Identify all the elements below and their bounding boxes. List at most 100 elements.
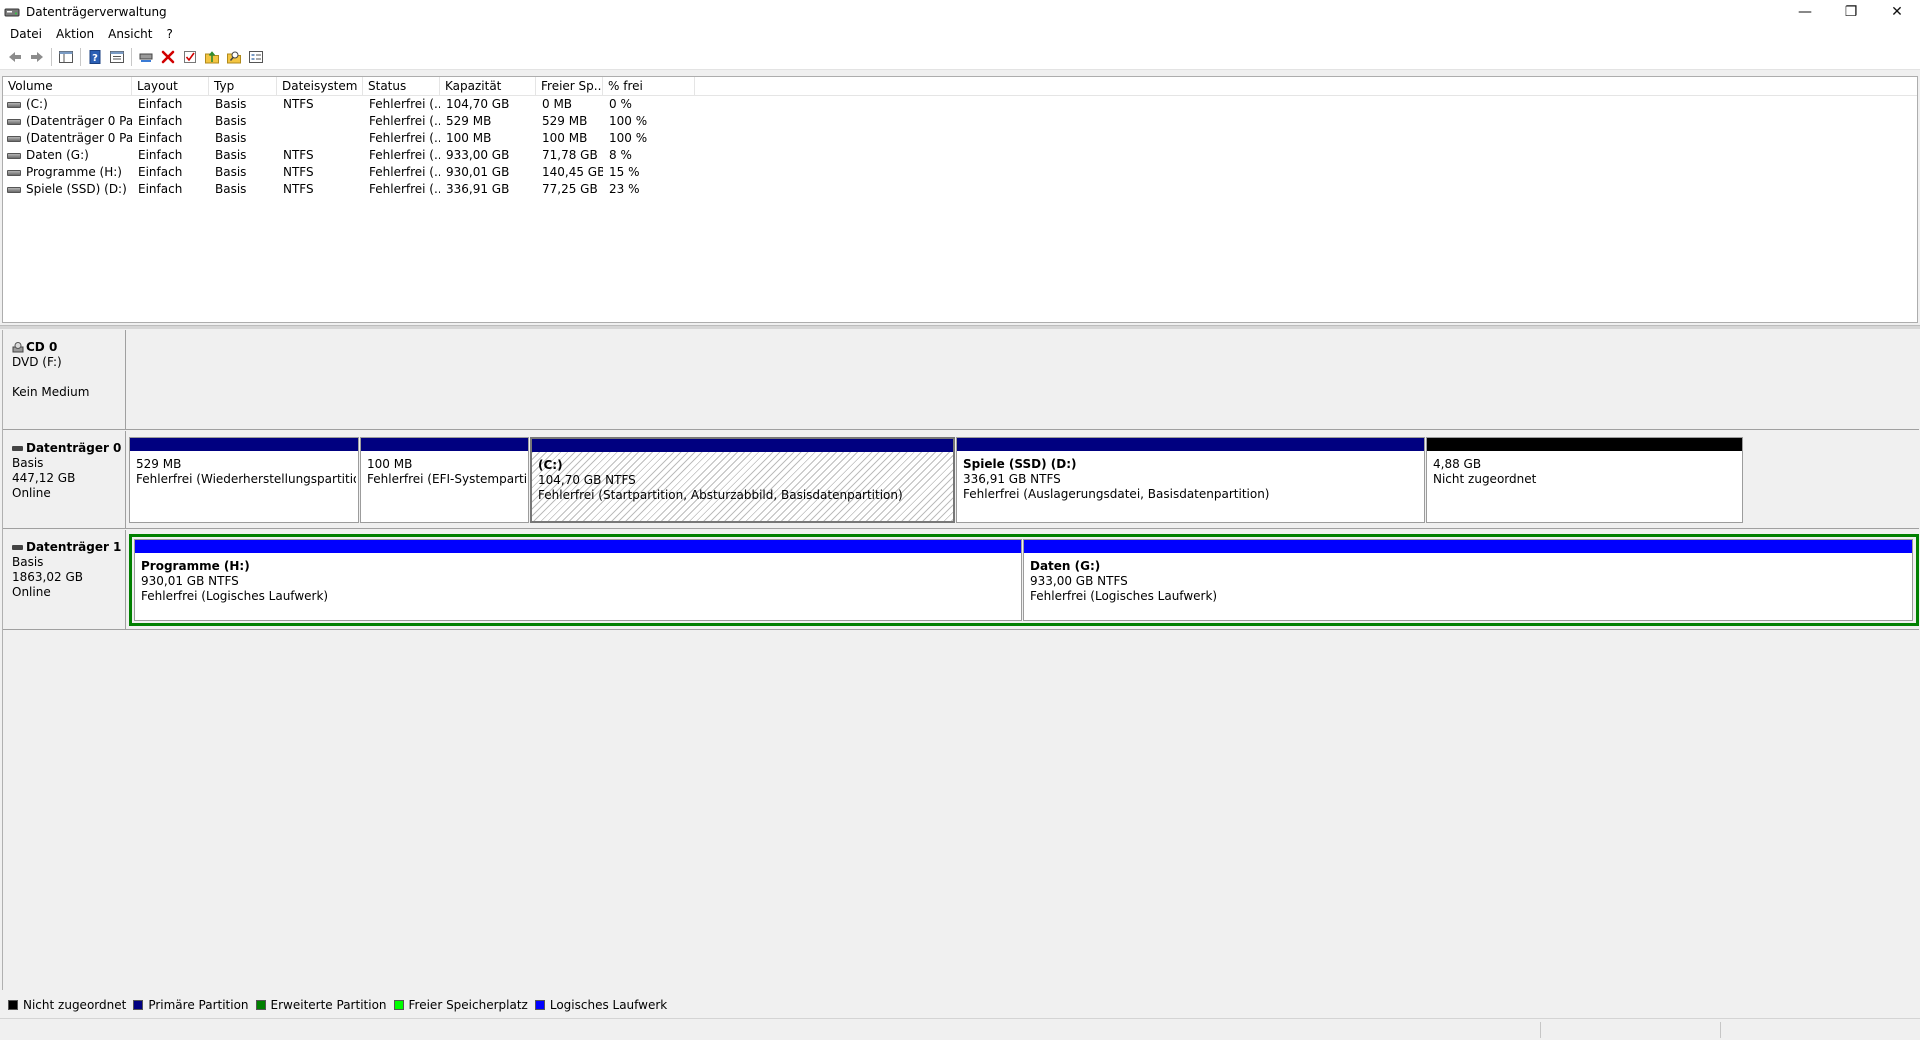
volume-cell: Einfach — [138, 182, 183, 196]
column-header-dateisystem[interactable]: Dateisystem — [277, 77, 363, 96]
volume-cell — [277, 130, 363, 147]
volume-cell: 100 % — [609, 131, 648, 145]
volume-cell: Einfach — [138, 131, 183, 145]
delete-icon[interactable] — [157, 46, 179, 68]
disk-name: Datenträger 1 — [26, 540, 122, 554]
disk-label-disk0[interactable]: Datenträger 0 Basis 447,12 GB Online — [3, 431, 126, 528]
legend-item: Erweiterte Partition — [255, 998, 387, 1012]
disk-label-cd0[interactable]: CD 0 DVD (F:) Kein Medium — [3, 330, 126, 429]
column-header-freier-speicher[interactable]: Freier Sp... — [536, 77, 603, 96]
volume-drive-icon — [7, 135, 21, 142]
partition-daten-g[interactable]: Daten (G:) 933,00 GB NTFS Fehlerfrei (Lo… — [1023, 539, 1913, 621]
details-view-icon[interactable] — [245, 46, 267, 68]
column-header-volume[interactable]: Volume — [3, 77, 132, 96]
disk-info-line: DVD (F:) — [12, 355, 62, 369]
partition-size: 4,88 GB — [1433, 457, 1482, 471]
volume-cell: 23 % — [609, 182, 640, 196]
cd-drive-icon — [12, 341, 24, 354]
console-tree-icon[interactable] — [55, 46, 77, 68]
partition-c[interactable]: (C:) 104,70 GB NTFS Fehlerfrei (Startpar… — [530, 437, 955, 523]
folder-up-icon[interactable] — [201, 46, 223, 68]
partition-size: 933,00 GB NTFS — [1030, 574, 1128, 588]
volume-cell: 140,45 GB — [542, 165, 603, 179]
restore-button[interactable]: ❐ — [1828, 0, 1874, 24]
partition-size: 104,70 GB NTFS — [538, 473, 636, 487]
volume-cell: 77,25 GB — [542, 182, 598, 196]
volume-row[interactable]: (Datenträger 0 Par... Einfach Basis Fehlerf… — [3, 130, 1917, 147]
help-icon[interactable]: ? — [84, 46, 106, 68]
partition-size: 336,91 GB NTFS — [963, 472, 1061, 486]
volume-cell: Fehlerfrei (... — [369, 131, 440, 145]
hard-disk-icon — [12, 545, 23, 550]
volume-cell: NTFS — [283, 182, 314, 196]
volume-cell: Einfach — [138, 148, 183, 162]
menu-bar: Datei Aktion Ansicht ? — [0, 24, 1920, 44]
legend-item: Nicht zugeordnet — [8, 998, 126, 1012]
checkmark-icon[interactable] — [179, 46, 201, 68]
legend-swatch — [255, 1000, 266, 1010]
partition-programme-h[interactable]: Programme (H:) 930,01 GB NTFS Fehlerfrei… — [134, 539, 1022, 621]
column-header-typ[interactable]: Typ — [209, 77, 277, 96]
disk-row-disk1[interactable]: Datenträger 1 Basis 1863,02 GB Online Pr… — [3, 530, 1919, 630]
column-header-kapazitaet[interactable]: Kapazität — [440, 77, 536, 96]
column-header-layout[interactable]: Layout — [132, 77, 209, 96]
volume-name: Spiele (SSD) (D:) — [26, 182, 127, 196]
volume-name: (C:) — [26, 97, 48, 111]
column-header-status[interactable]: Status — [363, 77, 440, 96]
disk-name: CD 0 — [26, 340, 58, 354]
volume-name: Programme (H:) — [26, 165, 122, 179]
window-title: Datenträgerverwaltung — [26, 5, 167, 19]
svg-text:?: ? — [92, 53, 98, 64]
forward-icon[interactable] — [26, 46, 48, 68]
disk-label-disk1[interactable]: Datenträger 1 Basis 1863,02 GB Online — [3, 530, 126, 629]
volume-row[interactable]: Spiele (SSD) (D:) Einfach Basis NTFS Fehlerf… — [3, 181, 1917, 198]
connect-icon[interactable] — [135, 46, 157, 68]
disk-area-cd0 — [127, 330, 1919, 429]
volume-cell: 529 MB — [446, 114, 492, 128]
extended-partition-frame[interactable]: Programme (H:) 930,01 GB NTFS Fehlerfrei… — [129, 534, 1919, 626]
minimize-button[interactable]: — — [1782, 0, 1828, 24]
volume-cell: Basis — [215, 114, 247, 128]
partition-unallocated[interactable]: 4,88 GB Nicht zugeordnet — [1426, 437, 1743, 523]
volume-row[interactable]: (Datenträger 0 Par... Einfach Basis Fehlerf… — [3, 113, 1917, 130]
menu-help[interactable]: ? — [159, 24, 179, 44]
disk-row-disk0[interactable]: Datenträger 0 Basis 447,12 GB Online 529… — [3, 431, 1919, 529]
partition-recovery[interactable]: 529 MB Fehlerfrei (Wiederherstellungspar… — [129, 437, 359, 523]
partition-type-bar — [130, 438, 358, 451]
menu-aktion[interactable]: Aktion — [49, 24, 101, 44]
toolbar-separator — [131, 47, 132, 66]
disk-info-line: Online — [12, 486, 51, 500]
close-button[interactable]: ✕ — [1874, 0, 1920, 24]
legend-item: Primäre Partition — [133, 998, 249, 1012]
legend-swatch — [393, 1000, 404, 1010]
volume-name: Daten (G:) — [26, 148, 89, 162]
volume-list: Volume Layout Typ Dateisystem Status Kap… — [2, 76, 1918, 323]
disk-info-line: 1863,02 GB — [12, 570, 83, 584]
partition-efi[interactable]: 100 MB Fehlerfrei (EFI-Systempartition) — [360, 437, 529, 523]
partition-spiele-d[interactable]: Spiele (SSD) (D:) 336,91 GB NTFS Fehlerf… — [956, 437, 1425, 523]
menu-datei[interactable]: Datei — [3, 24, 49, 44]
column-header-prozent-frei[interactable]: % frei — [603, 77, 695, 96]
volume-row[interactable]: (C:) Einfach Basis NTFS Fehlerfrei (... 104,7… — [3, 96, 1917, 113]
volume-cell: Einfach — [138, 114, 183, 128]
partition-title: Daten (G:) — [1030, 559, 1101, 573]
pane-splitter[interactable] — [0, 325, 1920, 329]
volume-row[interactable]: Programme (H:) Einfach Basis NTFS Fehlerfrei… — [3, 164, 1917, 181]
disk-row-cd0[interactable]: CD 0 DVD (F:) Kein Medium — [3, 330, 1919, 430]
partition-type-bar — [1427, 438, 1742, 451]
partition-type-bar — [1024, 540, 1912, 553]
volume-cell: NTFS — [283, 165, 314, 179]
properties-icon[interactable] — [106, 46, 128, 68]
menu-ansicht[interactable]: Ansicht — [101, 24, 159, 44]
volume-name: (Datenträger 0 Par... — [26, 131, 132, 145]
search-folder-icon[interactable] — [223, 46, 245, 68]
disk-info-line: Kein Medium — [12, 385, 90, 399]
volume-row[interactable]: Daten (G:) Einfach Basis NTFS Fehlerfrei (..… — [3, 147, 1917, 164]
back-icon[interactable] — [4, 46, 26, 68]
volume-cell: (C:) — [3, 96, 132, 113]
volume-cell: 100 MB — [542, 131, 588, 145]
toolbar-separator — [51, 47, 52, 66]
partition-title: Spiele (SSD) (D:) — [963, 457, 1077, 471]
partition-size: 529 MB — [136, 457, 182, 471]
volume-cell — [277, 113, 363, 130]
